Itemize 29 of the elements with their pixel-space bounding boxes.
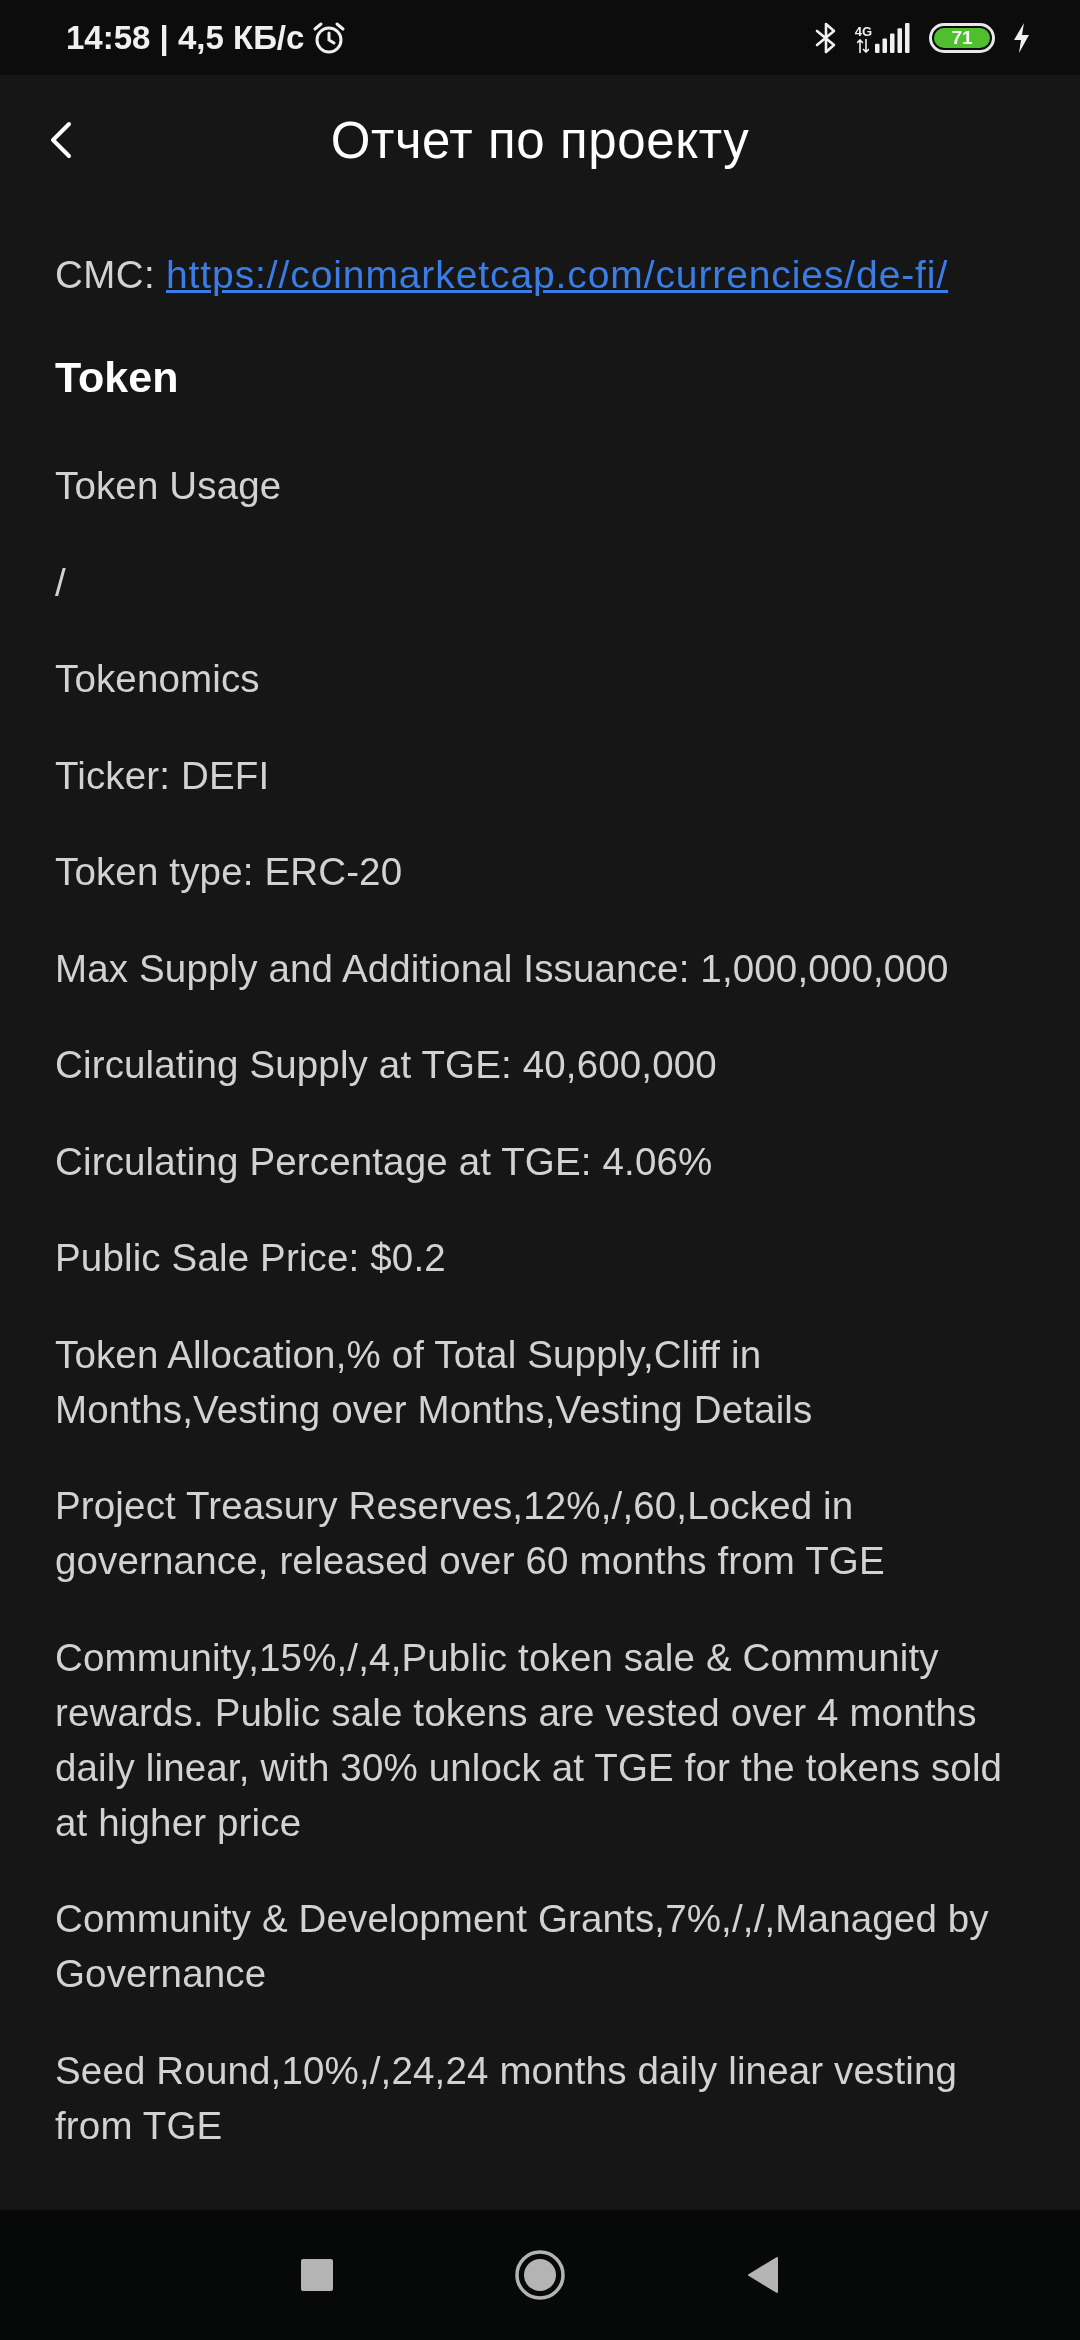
back-icon[interactable] [48,121,72,159]
signal-icon [875,22,911,53]
battery-percent: 71 [934,27,990,48]
link-label: CMC: [55,252,155,298]
home-icon[interactable] [515,2250,565,2300]
body-text: Public Sale Price: $0.2 [55,1235,447,1281]
page-title: Отчет по проекту [330,110,750,170]
status-time-speed: 14:58 | 4,5 КБ/с [66,18,305,57]
body-text: Token Allocation,% of Total Supply,Cliff in Months,Vesting over Months,Vesting Details [55,1331,814,1433]
network-type-label: 4G [854,24,872,38]
bluetooth-icon [814,21,837,54]
body-text: Community,15%,/,4,Public token sale & Community rewards. Public sale tokens are vested over 4 months daily linear, with 30% unlock at TGE for the tokens sold at higher price [55,1634,1004,1846]
section-heading: Token [55,351,180,403]
body-text: Max Supply and Additional Issuance: 1,000,000,000 [55,945,950,992]
body-text: / [55,559,67,606]
url-link[interactable]: https://coinmarketcap.com/currencies/de-fi/ [166,247,949,302]
back-icon[interactable] [747,2256,779,2294]
body-text: Token Usage [55,463,283,509]
body-text: Community & Development Grants,7%,/,/,Managed by Governance [55,1896,990,1997]
data-arrows-icon [857,38,870,53]
body-text: Tokenomics [55,656,261,702]
body-text: Circulating Supply at TGE: 40,600,000 [55,1042,718,1088]
body-text: Seed Round,10%,/,24,24 months daily linear vesting from TGE [55,2047,959,2149]
body-text: Ticker: DEFI [55,752,271,799]
alarm-clock-icon [312,20,347,55]
charging-bolt-icon [1013,22,1030,53]
body-text: Project Treasury Reserves,12%,/,60,Locked in governance, released over 60 months from TGE [55,1483,886,1584]
body-text: Token type: ERC-20 [55,849,404,895]
body-text: Circulating Percentage at TGE: 4.06% [55,1138,714,1185]
